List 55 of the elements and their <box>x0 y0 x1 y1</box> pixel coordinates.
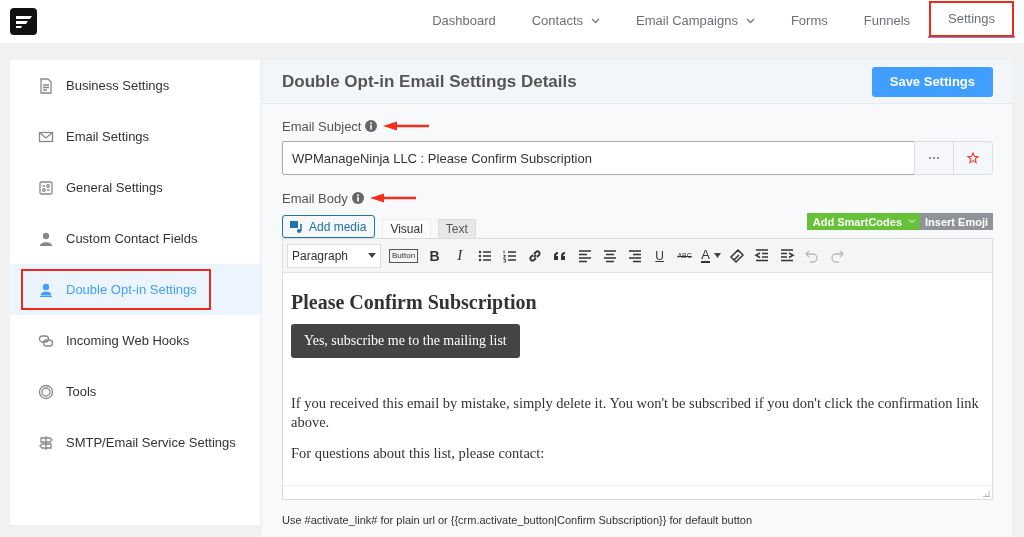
sidebar-icon <box>38 383 54 400</box>
text-color-button[interactable]: A <box>697 243 725 268</box>
field-label: Email Body <box>282 190 348 206</box>
editor-tab[interactable]: Visual <box>382 219 431 238</box>
sidebar-icon <box>38 230 54 247</box>
nav-link[interactable]: Dashboard <box>414 0 514 43</box>
hint-text: Use #activate_link# for plain url or {{crm.activate_button|Confirm Subscription}} for default button <box>282 514 753 526</box>
align-center-icon <box>601 247 618 264</box>
sidebar-item[interactable]: General Settings <box>38 169 163 206</box>
sidebar-item[interactable]: Tools <box>38 373 97 410</box>
nav-link[interactable]: Email Campaigns <box>618 0 773 43</box>
caret-down-icon <box>368 253 376 258</box>
add-media-button[interactable]: Add media <box>282 215 376 238</box>
chevron-down-icon <box>908 219 917 224</box>
nav-link[interactable]: Forms <box>772 0 846 43</box>
star-icon <box>967 152 979 164</box>
sidebar-item[interactable]: Email Settings <box>38 118 150 155</box>
logo-icon <box>10 8 37 35</box>
sidebar-item[interactable]: Business Settings <box>38 67 170 104</box>
nav-link[interactable]: Funnels <box>845 0 928 43</box>
nav-link[interactable]: Contacts <box>513 0 619 43</box>
confirm-button[interactable]: Yes, subscribe me to the mailing list <box>291 324 520 358</box>
more-icon <box>928 156 940 160</box>
indent-icon <box>779 247 796 264</box>
subject-field[interactable]: WPManageNinja LLC : Please Confirm Subscription <box>282 141 993 175</box>
email-paragraph: If you received this email by mistake, simply delete it. You won't be subscribed if you don't click the confirmation link above. <box>291 394 980 432</box>
eraser-icon <box>729 247 746 264</box>
sidebar-item[interactable]: Incoming Web Hooks <box>38 322 190 359</box>
sidebar-icon <box>38 77 54 94</box>
align-left-icon <box>576 247 593 264</box>
resize-grip-icon <box>983 490 990 497</box>
media-icon <box>289 219 303 234</box>
format-select[interactable]: Paragraph <box>287 243 381 268</box>
caret-down-icon <box>713 253 721 258</box>
outdent-icon <box>754 247 771 264</box>
field-label: Email Subject <box>282 118 362 134</box>
italic-button[interactable]: I <box>447 243 473 268</box>
sidebar-icon <box>38 179 54 196</box>
info-icon <box>351 192 364 204</box>
bold-button[interactable]: B <box>422 243 448 268</box>
info-icon <box>365 120 378 132</box>
email-paragraph: For questions about this list, please contact: <box>291 444 546 463</box>
insert-button-tool[interactable]: Button <box>389 248 419 263</box>
sidebar-icon <box>38 434 54 451</box>
sidebar-icon <box>38 281 54 298</box>
nav-link[interactable]: Settings <box>928 0 1015 38</box>
email-heading: Please Confirm Subscription <box>291 291 538 314</box>
align-right-icon <box>626 247 643 264</box>
link-icon <box>526 247 543 264</box>
page-title: Double Opt-in Email Settings Details <box>282 71 577 92</box>
underline-button[interactable]: U <box>647 243 673 268</box>
sidebar-item[interactable]: SMTP/Email Service Settings <box>38 424 236 461</box>
sidebar-icon <box>38 332 54 349</box>
sidebar-item[interactable]: Custom Contact Fields <box>38 220 198 257</box>
editor-tab[interactable]: Text <box>437 219 476 238</box>
